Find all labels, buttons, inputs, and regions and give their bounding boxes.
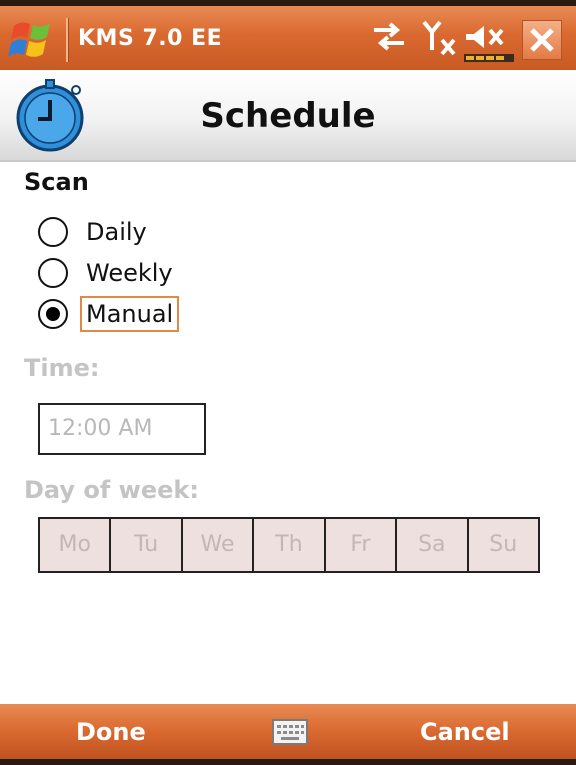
radio-manual[interactable]: Manual (38, 296, 180, 332)
radio-label-weekly[interactable]: Weekly (80, 255, 179, 291)
radio-daily[interactable]: Daily (38, 214, 153, 250)
close-button[interactable] (522, 20, 562, 60)
day-toggle-mo[interactable]: Mo (40, 519, 110, 571)
day-of-week-label: Day of week: (24, 476, 199, 504)
page-title: Schedule (200, 96, 376, 136)
sync-arrows-icon[interactable] (370, 18, 408, 54)
radio-label-daily[interactable]: Daily (80, 214, 153, 250)
radio-button[interactable] (38, 258, 68, 288)
day-toggle-sa[interactable]: Sa (395, 519, 467, 571)
keyboard-icon[interactable] (272, 718, 308, 746)
time-label: Time: (24, 354, 100, 382)
day-toggle-fr[interactable]: Fr (323, 519, 396, 571)
day-of-week-selector: Mo Tu We Th Fr Sa Su (38, 517, 540, 573)
day-toggle-tu[interactable]: Tu (109, 519, 181, 571)
radio-weekly[interactable]: Weekly (38, 255, 179, 291)
radio-label-manual[interactable]: Manual (80, 296, 180, 332)
windows-start-icon[interactable] (8, 16, 58, 62)
scan-label: Scan (24, 168, 89, 196)
cancel-button[interactable]: Cancel (420, 718, 510, 746)
title-separator (66, 18, 68, 62)
radio-button[interactable] (38, 217, 68, 247)
no-signal-icon[interactable] (420, 18, 462, 58)
day-toggle-we[interactable]: We (180, 519, 253, 571)
time-field[interactable]: 12:00 AM (38, 403, 206, 455)
day-toggle-su[interactable]: Su (466, 519, 538, 571)
app-title: KMS 7.0 EE (78, 26, 223, 51)
close-icon (530, 28, 554, 52)
page-header: Schedule (0, 70, 576, 162)
radio-button-selected[interactable] (38, 299, 68, 329)
title-bar: KMS 7.0 EE (0, 0, 576, 70)
day-toggle-th[interactable]: Th (252, 519, 324, 571)
done-button[interactable]: Done (76, 718, 146, 746)
menu-bar: Done Cancel (0, 704, 576, 765)
volume-muted-icon[interactable] (462, 18, 518, 64)
